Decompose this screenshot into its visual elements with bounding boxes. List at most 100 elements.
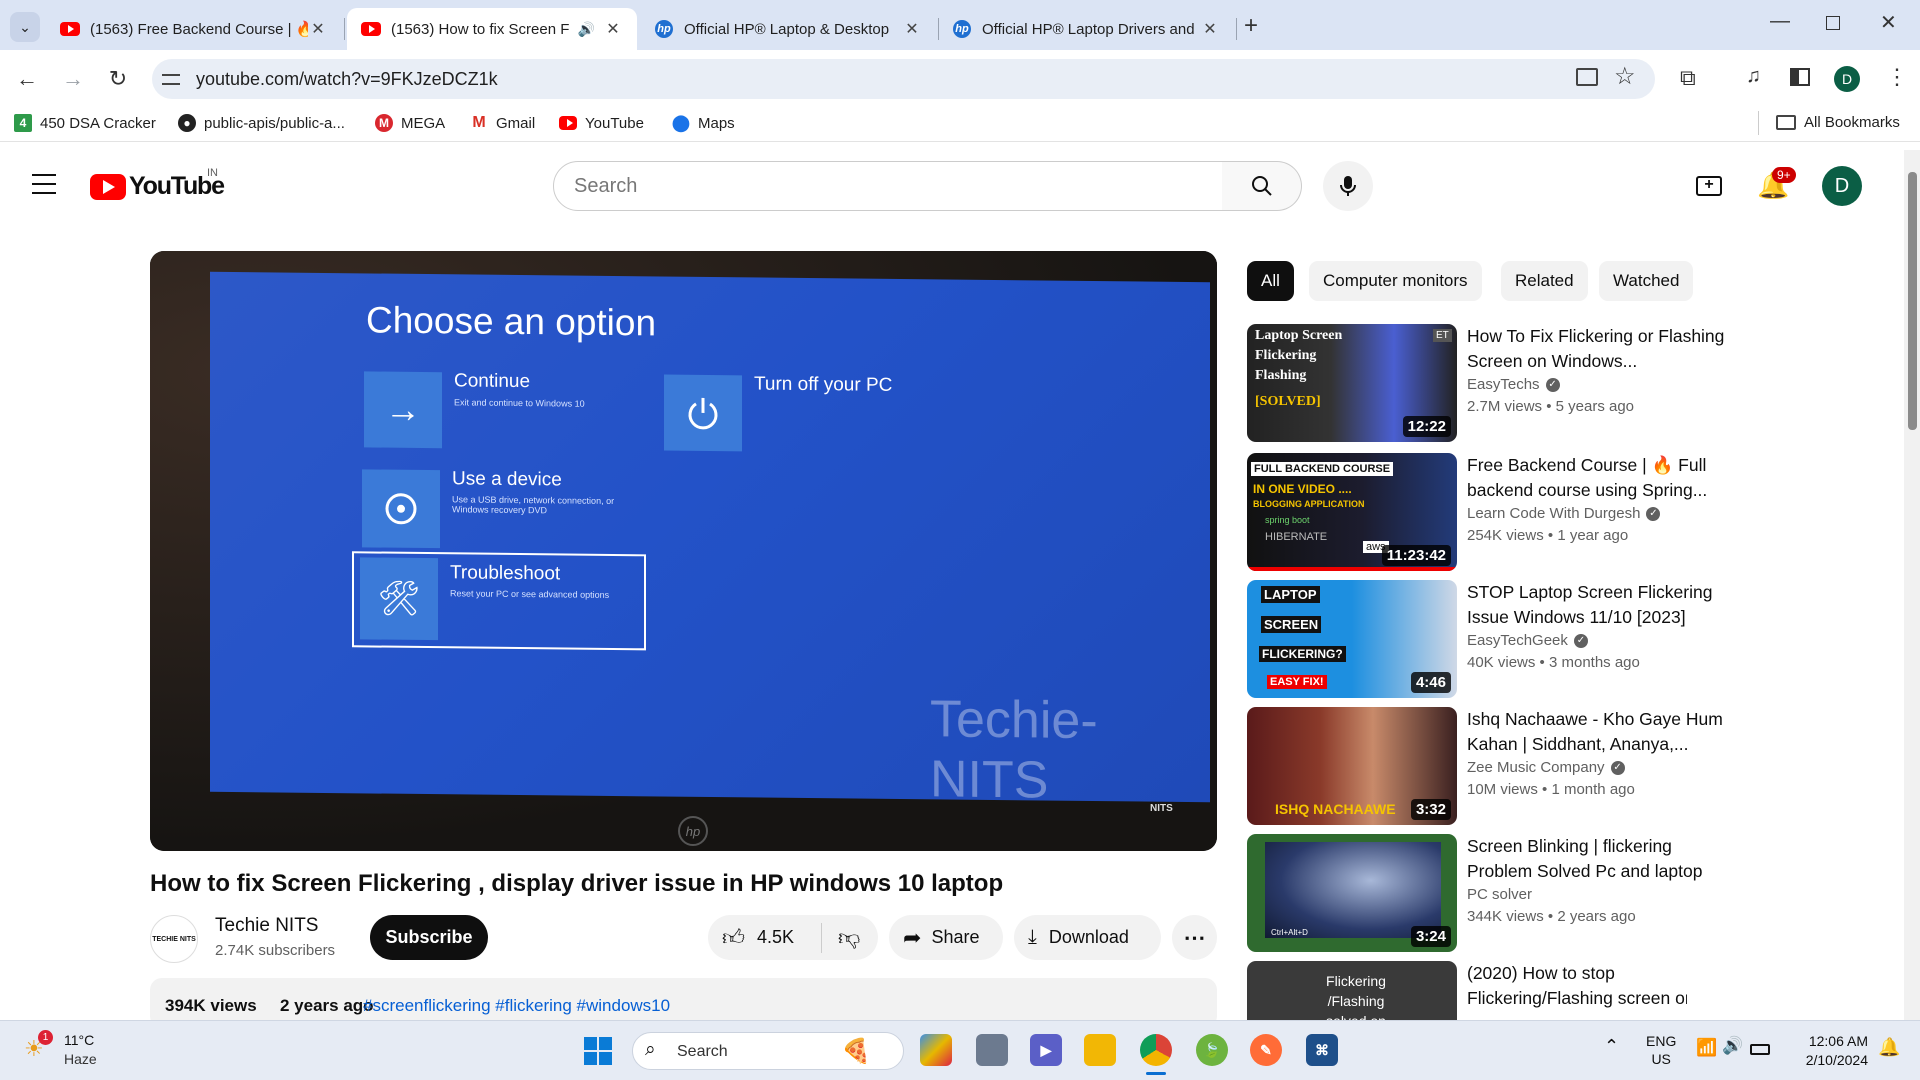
profile-avatar[interactable]: D: [1834, 66, 1860, 92]
reload-icon[interactable]: ↻: [103, 64, 133, 94]
recommendation-title[interactable]: Screen Blinking | flickering Problem Sol…: [1467, 834, 1727, 884]
menu-hamburger-icon[interactable]: [32, 174, 56, 194]
restore-icon[interactable]: [1826, 16, 1840, 30]
video-thumbnail[interactable]: Flickering /Flashing solved on: [1247, 961, 1457, 1020]
bookmark-maps[interactable]: ⬤ Maps: [672, 114, 735, 133]
video-thumbnail[interactable]: Ctrl+Alt+D 3:24: [1247, 834, 1457, 952]
recommendation-title[interactable]: STOP Laptop Screen Flickering Issue Wind…: [1467, 580, 1727, 630]
recommendation-item[interactable]: ISHQ NACHAAWE 3:32 Ishq Nachaawe - Kho G…: [1247, 707, 1723, 825]
tab-search-button[interactable]: ⌄: [10, 12, 40, 42]
channel-avatar[interactable]: TECHIE NITS: [150, 915, 198, 963]
close-window-icon[interactable]: ✕: [1880, 10, 1897, 35]
tab-hp-drivers[interactable]: hp Official HP® Laptop Drivers and ✕: [938, 8, 1234, 50]
meet-icon[interactable]: ▶: [1030, 1034, 1062, 1066]
spring-tool-icon[interactable]: 🍃: [1196, 1034, 1228, 1066]
recommendation-channel[interactable]: EasyTechs ✓: [1467, 376, 1560, 393]
recommendation-item[interactable]: FULL BACKEND COURSE IN ONE VIDEO .... BL…: [1247, 453, 1707, 571]
tab-hp-laptop-desktop[interactable]: hp Official HP® Laptop & Desktop ✕: [640, 8, 936, 50]
folder-icon: [1776, 115, 1796, 130]
search-button[interactable]: [1222, 161, 1302, 211]
back-icon[interactable]: ←: [12, 64, 42, 94]
scrollbar-thumb[interactable]: [1908, 172, 1917, 430]
video-thumbnail[interactable]: Laptop Screen Flickering Flashing [SOLVE…: [1247, 324, 1457, 442]
bookmark-youtube[interactable]: YouTube: [559, 114, 644, 132]
start-windows-icon[interactable]: [584, 1037, 612, 1065]
language-indicator[interactable]: ENG US: [1646, 1032, 1676, 1068]
tab-screen-flicker[interactable]: (1563) How to fix Screen Flic 🔊 ✕: [347, 8, 637, 50]
recommendation-item[interactable]: Flickering /Flashing solved on (2020) Ho…: [1247, 961, 1687, 1020]
video-thumbnail[interactable]: LAPTOP SCREEN FLICKERING? EASY FIX! 4:46: [1247, 580, 1457, 698]
hashtags[interactable]: #screenflickering #flickering #windows10: [363, 996, 670, 1016]
recommendation-channel[interactable]: EasyTechGeek ✓: [1467, 632, 1588, 649]
chip-related[interactable]: Related: [1501, 261, 1588, 301]
weather-widget[interactable]: ☀ 1 11°C Haze: [20, 1030, 130, 1072]
more-actions-icon[interactable]: ⋯: [1172, 915, 1217, 960]
browser-menu-icon[interactable]: ⋮: [1886, 64, 1908, 90]
recommendation-item[interactable]: Ctrl+Alt+D 3:24 Screen Blinking | flicke…: [1247, 834, 1702, 952]
copilot-icon[interactable]: [920, 1034, 952, 1066]
video-player[interactable]: Choose an option → Continue Exit and con…: [150, 251, 1217, 851]
subscribe-button[interactable]: Subscribe: [370, 915, 488, 960]
recommendation-channel[interactable]: PC solver: [1467, 886, 1532, 903]
close-tab-icon[interactable]: ✕: [308, 19, 328, 39]
close-tab-icon[interactable]: ✕: [1200, 19, 1220, 39]
video-thumbnail[interactable]: FULL BACKEND COURSE IN ONE VIDEO .... BL…: [1247, 453, 1457, 571]
install-app-icon[interactable]: [1576, 68, 1598, 86]
minimize-icon[interactable]: —: [1770, 10, 1790, 33]
chrome-active-indicator: [1146, 1072, 1166, 1075]
close-tab-icon[interactable]: ✕: [603, 19, 623, 39]
download-button[interactable]: ⤓ Download: [1014, 915, 1161, 960]
recommendation-title[interactable]: (2020) How to stop Flickering/Flashing s…: [1467, 961, 1687, 1011]
clock[interactable]: 12:06 AM 2/10/2024: [1788, 1032, 1868, 1070]
all-bookmarks[interactable]: All Bookmarks: [1776, 114, 1900, 131]
close-tab-icon[interactable]: ✕: [902, 19, 922, 39]
bookmark-gmail[interactable]: M Gmail: [470, 114, 535, 132]
wifi-icon[interactable]: 📶: [1696, 1038, 1717, 1058]
notification-center-icon[interactable]: 🔔: [1878, 1037, 1900, 1058]
task-view-icon[interactable]: [976, 1034, 1008, 1066]
postman-icon[interactable]: ✎: [1250, 1034, 1282, 1066]
recommendation-title[interactable]: Ishq Nachaawe - Kho Gaye Hum Kahan | Sid…: [1467, 707, 1727, 757]
recommendation-channel[interactable]: Learn Code With Durgesh ✓: [1467, 505, 1661, 522]
like-button[interactable]: 👍︎ 4.5K: [708, 922, 822, 953]
recommendation-item[interactable]: Laptop Screen Flickering Flashing [SOLVE…: [1247, 324, 1724, 442]
bookmark-mega[interactable]: M MEGA: [375, 114, 445, 132]
channel-name[interactable]: Techie NITS: [215, 915, 318, 937]
forward-icon[interactable]: →: [58, 64, 88, 94]
thumbs-down-icon[interactable]: 👎︎: [838, 924, 860, 951]
new-tab-icon[interactable]: +: [1244, 12, 1258, 40]
share-button[interactable]: ➦ Share: [889, 915, 1003, 960]
voice-search-button[interactable]: [1323, 161, 1373, 211]
site-info-icon[interactable]: [162, 70, 180, 88]
bookmark-450-dsa[interactable]: 4 450 DSA Cracker: [14, 114, 156, 132]
volume-icon[interactable]: 🔊: [1722, 1036, 1743, 1056]
recommendation-title[interactable]: How To Fix Flickering or Flashing Screen…: [1467, 324, 1727, 374]
extensions-icon[interactable]: ⧉: [1680, 65, 1696, 91]
chrome-icon[interactable]: [1140, 1034, 1172, 1066]
battery-icon[interactable]: [1750, 1044, 1770, 1055]
youtube-logo-icon[interactable]: [90, 174, 126, 200]
url-text[interactable]: youtube.com/watch?v=9FKJzeDCZ1k: [196, 69, 498, 90]
search-input[interactable]: Search: [553, 161, 1223, 211]
chip-watched[interactable]: Watched: [1599, 261, 1694, 301]
chip-computer-monitors[interactable]: Computer monitors: [1309, 261, 1482, 301]
taskbar-search[interactable]: ⌕ Search 🍕: [632, 1032, 904, 1070]
bookmark-star-icon[interactable]: ☆: [1614, 62, 1636, 91]
create-video-icon[interactable]: +: [1696, 176, 1722, 196]
speaker-icon[interactable]: 🔊: [578, 21, 595, 38]
page-scrollbar[interactable]: [1904, 150, 1920, 1020]
media-control-icon[interactable]: ♫: [1746, 65, 1761, 88]
bookmark-public-apis[interactable]: ● public-apis/public-a...: [178, 114, 345, 132]
account-avatar[interactable]: D: [1822, 166, 1862, 206]
recommendation-item[interactable]: LAPTOP SCREEN FLICKERING? EASY FIX! 4:46…: [1247, 580, 1712, 698]
show-hidden-icons[interactable]: ⌃: [1604, 1036, 1619, 1057]
chip-all[interactable]: All: [1247, 261, 1294, 301]
recommendation-title[interactable]: Free Backend Course | 🔥 Full backend cou…: [1467, 453, 1727, 503]
file-explorer-icon[interactable]: [1084, 1034, 1116, 1066]
video-thumbnail[interactable]: ISHQ NACHAAWE 3:32: [1247, 707, 1457, 825]
recommendation-channel[interactable]: Zee Music Company ✓: [1467, 759, 1625, 776]
tab-free-backend-course[interactable]: (1563) Free Backend Course | 🔥 ✕: [46, 8, 342, 50]
terminal-app-icon[interactable]: ⌘: [1306, 1034, 1338, 1066]
option-use-device: Use a device: [452, 468, 562, 491]
side-panel-icon[interactable]: [1790, 68, 1810, 86]
